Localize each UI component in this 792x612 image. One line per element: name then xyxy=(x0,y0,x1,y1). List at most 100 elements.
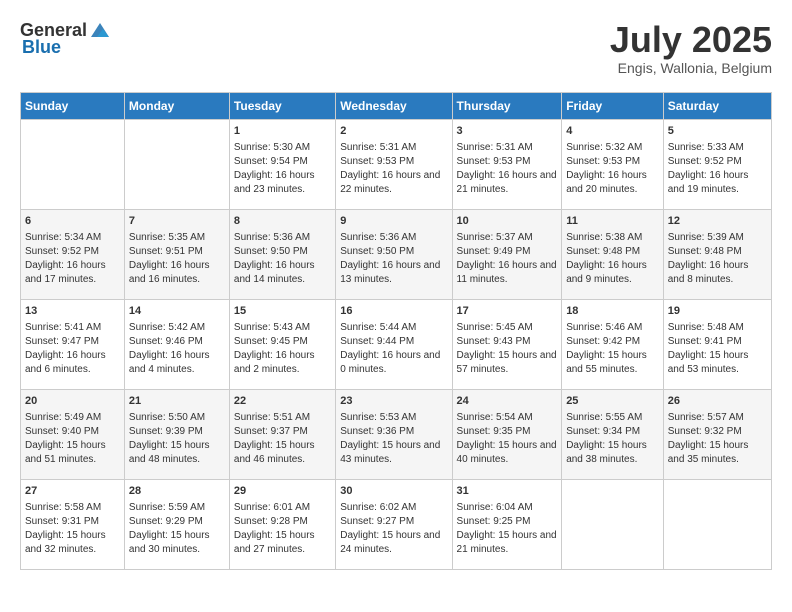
cell-content: Sunset: 9:54 PM xyxy=(234,155,331,169)
calendar-cell: 22Sunrise: 5:51 AMSunset: 9:37 PMDayligh… xyxy=(229,389,335,479)
day-number: 2 xyxy=(340,124,447,139)
cell-content: Sunset: 9:29 PM xyxy=(129,515,225,529)
cell-content: Sunrise: 6:02 AM xyxy=(340,501,447,515)
calendar-cell: 18Sunrise: 5:46 AMSunset: 9:42 PMDayligh… xyxy=(562,299,664,389)
cell-content: Daylight: 16 hours and 19 minutes. xyxy=(668,169,767,197)
cell-content: Daylight: 16 hours and 4 minutes. xyxy=(129,349,225,377)
cell-content: Daylight: 16 hours and 16 minutes. xyxy=(129,259,225,287)
cell-content: Daylight: 16 hours and 21 minutes. xyxy=(457,169,558,197)
calendar-cell: 10Sunrise: 5:37 AMSunset: 9:49 PMDayligh… xyxy=(452,209,562,299)
cell-content: Daylight: 16 hours and 0 minutes. xyxy=(340,349,447,377)
calendar-cell xyxy=(562,479,664,569)
calendar-cell: 14Sunrise: 5:42 AMSunset: 9:46 PMDayligh… xyxy=(124,299,229,389)
cell-content: Sunrise: 5:36 AM xyxy=(340,231,447,245)
column-header-friday: Friday xyxy=(562,92,664,119)
day-number: 26 xyxy=(668,394,767,409)
column-header-tuesday: Tuesday xyxy=(229,92,335,119)
cell-content: Sunrise: 5:44 AM xyxy=(340,321,447,335)
day-number: 15 xyxy=(234,304,331,319)
day-number: 30 xyxy=(340,484,447,499)
calendar-cell xyxy=(663,479,771,569)
calendar-cell: 25Sunrise: 5:55 AMSunset: 9:34 PMDayligh… xyxy=(562,389,664,479)
cell-content: Sunrise: 5:35 AM xyxy=(129,231,225,245)
cell-content: Daylight: 15 hours and 57 minutes. xyxy=(457,349,558,377)
cell-content: Daylight: 15 hours and 38 minutes. xyxy=(566,439,659,467)
day-number: 28 xyxy=(129,484,225,499)
calendar-cell: 2Sunrise: 5:31 AMSunset: 9:53 PMDaylight… xyxy=(336,119,452,209)
column-header-wednesday: Wednesday xyxy=(336,92,452,119)
title-block: July 2025 Engis, Wallonia, Belgium xyxy=(610,20,772,76)
cell-content: Daylight: 16 hours and 23 minutes. xyxy=(234,169,331,197)
cell-content: Sunset: 9:36 PM xyxy=(340,425,447,439)
calendar-cell: 6Sunrise: 5:34 AMSunset: 9:52 PMDaylight… xyxy=(21,209,125,299)
cell-content: Sunrise: 5:30 AM xyxy=(234,141,331,155)
cell-content: Sunset: 9:52 PM xyxy=(668,155,767,169)
page-header: General Blue July 2025 Engis, Wallonia, … xyxy=(20,20,772,76)
cell-content: Sunset: 9:53 PM xyxy=(340,155,447,169)
column-header-sunday: Sunday xyxy=(21,92,125,119)
calendar-table: SundayMondayTuesdayWednesdayThursdayFrid… xyxy=(20,92,772,570)
calendar-cell: 29Sunrise: 6:01 AMSunset: 9:28 PMDayligh… xyxy=(229,479,335,569)
day-number: 14 xyxy=(129,304,225,319)
cell-content: Daylight: 15 hours and 55 minutes. xyxy=(566,349,659,377)
day-number: 25 xyxy=(566,394,659,409)
cell-content: Sunset: 9:42 PM xyxy=(566,335,659,349)
cell-content: Daylight: 15 hours and 43 minutes. xyxy=(340,439,447,467)
day-number: 6 xyxy=(25,214,120,229)
calendar-cell: 12Sunrise: 5:39 AMSunset: 9:48 PMDayligh… xyxy=(663,209,771,299)
cell-content: Sunrise: 5:50 AM xyxy=(129,411,225,425)
cell-content: Sunrise: 5:37 AM xyxy=(457,231,558,245)
cell-content: Sunrise: 5:59 AM xyxy=(129,501,225,515)
calendar-cell: 31Sunrise: 6:04 AMSunset: 9:25 PMDayligh… xyxy=(452,479,562,569)
location-subtitle: Engis, Wallonia, Belgium xyxy=(610,60,772,76)
cell-content: Daylight: 15 hours and 21 minutes. xyxy=(457,529,558,557)
cell-content: Sunrise: 5:58 AM xyxy=(25,501,120,515)
cell-content: Daylight: 16 hours and 8 minutes. xyxy=(668,259,767,287)
calendar-cell: 3Sunrise: 5:31 AMSunset: 9:53 PMDaylight… xyxy=(452,119,562,209)
cell-content: Sunset: 9:41 PM xyxy=(668,335,767,349)
calendar-cell: 26Sunrise: 5:57 AMSunset: 9:32 PMDayligh… xyxy=(663,389,771,479)
logo-icon xyxy=(89,19,111,41)
cell-content: Sunrise: 5:49 AM xyxy=(25,411,120,425)
calendar-cell: 9Sunrise: 5:36 AMSunset: 9:50 PMDaylight… xyxy=(336,209,452,299)
day-number: 27 xyxy=(25,484,120,499)
cell-content: Sunrise: 5:42 AM xyxy=(129,321,225,335)
calendar-week-row: 13Sunrise: 5:41 AMSunset: 9:47 PMDayligh… xyxy=(21,299,772,389)
cell-content: Sunrise: 5:34 AM xyxy=(25,231,120,245)
calendar-cell: 27Sunrise: 5:58 AMSunset: 9:31 PMDayligh… xyxy=(21,479,125,569)
cell-content: Daylight: 15 hours and 46 minutes. xyxy=(234,439,331,467)
cell-content: Sunrise: 5:36 AM xyxy=(234,231,331,245)
calendar-cell: 28Sunrise: 5:59 AMSunset: 9:29 PMDayligh… xyxy=(124,479,229,569)
calendar-cell: 21Sunrise: 5:50 AMSunset: 9:39 PMDayligh… xyxy=(124,389,229,479)
month-title: July 2025 xyxy=(610,20,772,60)
cell-content: Sunset: 9:25 PM xyxy=(457,515,558,529)
cell-content: Sunrise: 5:39 AM xyxy=(668,231,767,245)
day-number: 3 xyxy=(457,124,558,139)
cell-content: Sunset: 9:28 PM xyxy=(234,515,331,529)
cell-content: Sunset: 9:53 PM xyxy=(457,155,558,169)
cell-content: Sunrise: 5:57 AM xyxy=(668,411,767,425)
day-number: 23 xyxy=(340,394,447,409)
day-number: 29 xyxy=(234,484,331,499)
cell-content: Sunrise: 5:51 AM xyxy=(234,411,331,425)
cell-content: Sunset: 9:27 PM xyxy=(340,515,447,529)
calendar-cell: 13Sunrise: 5:41 AMSunset: 9:47 PMDayligh… xyxy=(21,299,125,389)
calendar-cell: 20Sunrise: 5:49 AMSunset: 9:40 PMDayligh… xyxy=(21,389,125,479)
cell-content: Sunset: 9:51 PM xyxy=(129,245,225,259)
column-header-saturday: Saturday xyxy=(663,92,771,119)
day-number: 17 xyxy=(457,304,558,319)
cell-content: Sunrise: 5:46 AM xyxy=(566,321,659,335)
cell-content: Sunset: 9:52 PM xyxy=(25,245,120,259)
day-number: 5 xyxy=(668,124,767,139)
cell-content: Sunrise: 5:53 AM xyxy=(340,411,447,425)
cell-content: Sunset: 9:40 PM xyxy=(25,425,120,439)
day-number: 24 xyxy=(457,394,558,409)
cell-content: Daylight: 16 hours and 20 minutes. xyxy=(566,169,659,197)
logo: General Blue xyxy=(20,20,111,58)
cell-content: Daylight: 15 hours and 51 minutes. xyxy=(25,439,120,467)
calendar-cell: 16Sunrise: 5:44 AMSunset: 9:44 PMDayligh… xyxy=(336,299,452,389)
cell-content: Daylight: 15 hours and 35 minutes. xyxy=(668,439,767,467)
cell-content: Daylight: 15 hours and 40 minutes. xyxy=(457,439,558,467)
calendar-cell: 24Sunrise: 5:54 AMSunset: 9:35 PMDayligh… xyxy=(452,389,562,479)
day-number: 16 xyxy=(340,304,447,319)
